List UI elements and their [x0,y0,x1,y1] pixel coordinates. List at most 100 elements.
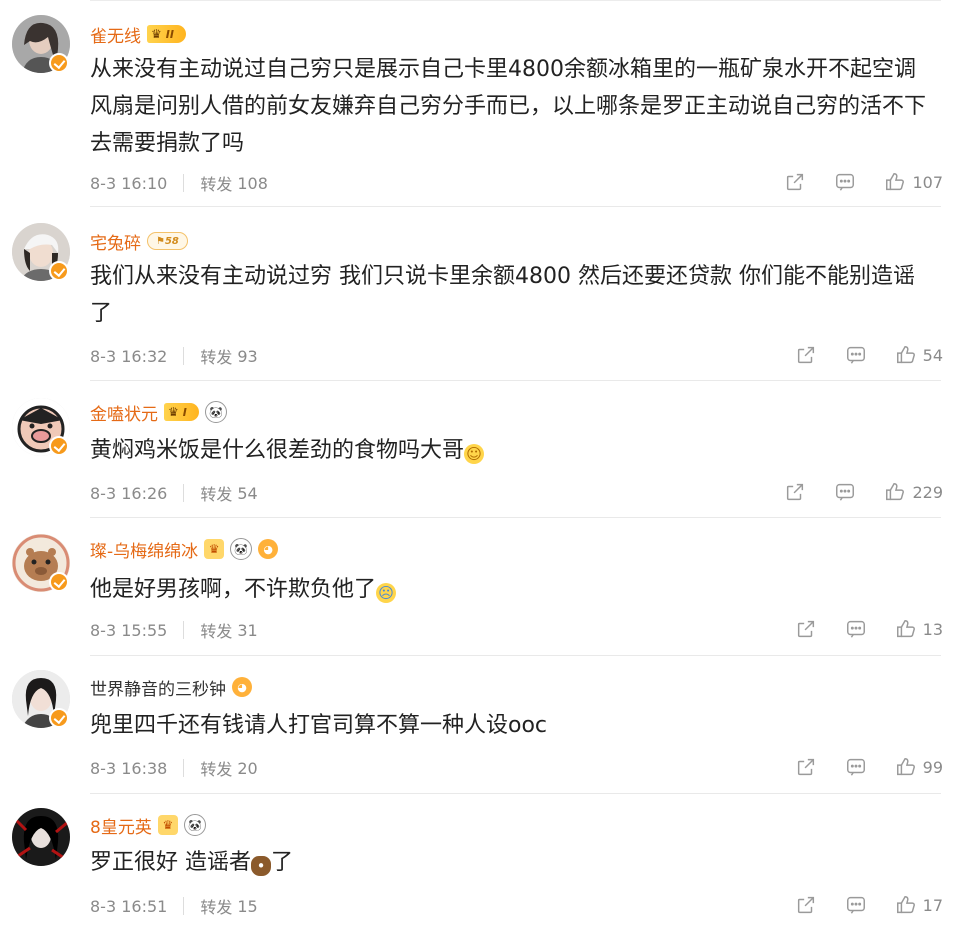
action-bar: 99 [795,756,943,778]
share-icon [797,758,814,776]
comment-item: 雀无线 ♛ II 从来没有主动说过自己穷只是展示自己卡里4800余额冰箱里的一瓶矿… [0,0,955,207]
comment-text-content: 他是好男孩啊，不许欺负他了 [90,577,377,602]
repost-count: 54 [237,483,258,503]
repost-label[interactable]: 转发 [200,171,232,195]
like-button[interactable]: 107 [884,171,943,193]
comment-text-content-b: 了 [271,850,294,875]
like-count: 107 [912,172,943,192]
verified-badge-icon [49,572,69,592]
like-button[interactable]: 17 [895,894,943,916]
comment-button[interactable] [845,756,867,778]
comment-text: 兜里四千还有钱请人打官司算不算一种人设ooc [90,713,548,738]
like-button[interactable]: 54 [895,344,943,366]
crown-icon: ♛ [151,27,162,41]
repost-label[interactable]: 转发 [200,344,232,368]
repost-count: 15 [237,896,258,916]
like-button[interactable]: 229 [884,481,943,503]
comment-text: 他是好男孩啊，不许欺负他了 ☹ [90,571,933,608]
share-button[interactable] [795,344,817,366]
username[interactable]: 世界静音的三秒钟 [90,675,226,700]
comment-item: 宅兔碎 ⚑ 58 我们从来没有主动说过穷 我们只说卡里余额4800 然后还要还贷… [0,207,955,381]
thumbs-up-icon [896,758,915,776]
username[interactable]: 8皇元英 [90,813,152,838]
repost-label[interactable]: 转发 [200,481,232,505]
share-button[interactable] [795,756,817,778]
repost-label[interactable]: 转发 [200,618,232,642]
comment-button[interactable] [845,344,867,366]
comment-item: 金嗑状元 ♛ I 🐼 黄焖鸡米饭是什么很差劲的食物吗大哥 ☺ 8-3 16:26 转… [0,381,955,518]
comment-item: 世界静音的三秒钟 ◕ 兜里四千还有钱请人打官司算不算一种人设ooc 8-3 16… [0,656,955,794]
meta-divider [183,621,185,639]
name-row: 金嗑状元 ♛ I 🐼 [90,400,227,425]
comment-time: 8-3 16:51 [90,896,168,916]
comment-time: 8-3 16:10 [90,173,168,193]
action-bar: 229 [784,481,943,503]
thumbs-up-icon [886,173,905,191]
comment-button[interactable] [845,618,867,640]
comment-text-content-a: 罗正很好 造谣者 [90,850,251,875]
cry-emoji-icon: ☹ [376,583,397,603]
comment-list: 雀无线 ♛ II 从来没有主动说过自己穷只是展示自己卡里4800余额冰箱里的一瓶矿… [0,0,955,928]
avatar[interactable] [12,808,70,866]
verified-badge-icon [49,436,69,456]
panda-icon: 🐼 [204,401,227,423]
comment-text: 我们从来没有主动说过穷 我们只说卡里余额4800 然后还要还贷款 你们能不能别造… [90,264,915,326]
repost-count: 93 [237,346,258,366]
share-icon [787,483,804,501]
comment-text: 从来没有主动说过自己穷只是展示自己卡里4800余额冰箱里的一瓶矿泉水开不起空调风… [90,57,927,156]
comment-icon [846,620,865,638]
share-button[interactable] [795,618,817,640]
name-row: 雀无线 ♛ II [90,22,186,47]
share-icon [797,896,814,914]
thumbs-up-icon [896,346,915,364]
repost-label[interactable]: 转发 [200,894,232,918]
repost-label[interactable]: 转发 [200,756,232,780]
username[interactable]: 金嗑状元 [90,400,158,425]
username[interactable]: 宅兔碎 [90,229,141,254]
comment-time: 8-3 16:26 [90,483,168,503]
action-bar: 17 [795,894,943,916]
action-bar: 54 [795,344,943,366]
comment-time: 8-3 15:55 [90,620,168,640]
poop-emoji-icon: • [251,856,271,876]
comment-button[interactable] [834,481,856,503]
name-row: 璨-乌梅绵绵冰 ♛ 🐼 ◕ [90,537,279,562]
name-row: 宅兔碎 ⚑ 58 [90,229,188,254]
crown-icon: ♛ [168,405,179,419]
verified-badge-icon [49,708,69,728]
comment-button[interactable] [845,894,867,916]
smile-emoji-icon: ☺ [464,444,485,464]
share-button[interactable] [795,894,817,916]
like-button[interactable]: 99 [895,756,943,778]
comment-text: 黄焖鸡米饭是什么很差劲的食物吗大哥 ☺ [90,432,933,469]
repost-count: 31 [237,620,258,640]
vip-crown-badge: ♛ II [147,25,186,43]
share-icon [797,346,814,364]
comment-button[interactable] [834,171,856,193]
repost-count: 20 [237,758,258,778]
like-count: 13 [922,619,943,639]
share-button[interactable] [784,171,806,193]
meta-divider [183,759,185,777]
username[interactable]: 璨-乌梅绵绵冰 [90,537,198,562]
vip-level: I [182,405,187,419]
like-button[interactable]: 13 [895,618,943,640]
comment-text-content: 黄焖鸡米饭是什么很差劲的食物吗大哥 [90,438,465,463]
comment-time: 8-3 16:38 [90,758,168,778]
comment-item: 璨-乌梅绵绵冰 ♛ 🐼 ◕ 他是好男孩啊，不许欺负他了 ☹ 8-3 15:55 转… [0,518,955,656]
share-icon [797,620,814,638]
comment-icon [846,758,865,776]
vip-level: II [165,27,174,41]
crown-medal-icon: ♛ [157,815,178,835]
comment-time: 8-3 16:32 [90,346,168,366]
vip-crown-badge: ♛ I [164,403,199,421]
action-bar: 107 [784,171,943,193]
thumbs-up-icon [896,620,915,638]
username[interactable]: 雀无线 [90,22,141,47]
share-button[interactable] [784,481,806,503]
comment-text: 罗正很好 造谣者 • 了 [90,844,933,881]
fan-level: 58 [164,235,179,247]
meta-divider [183,347,185,365]
comment-icon [836,483,855,501]
repost-count: 108 [237,173,268,193]
